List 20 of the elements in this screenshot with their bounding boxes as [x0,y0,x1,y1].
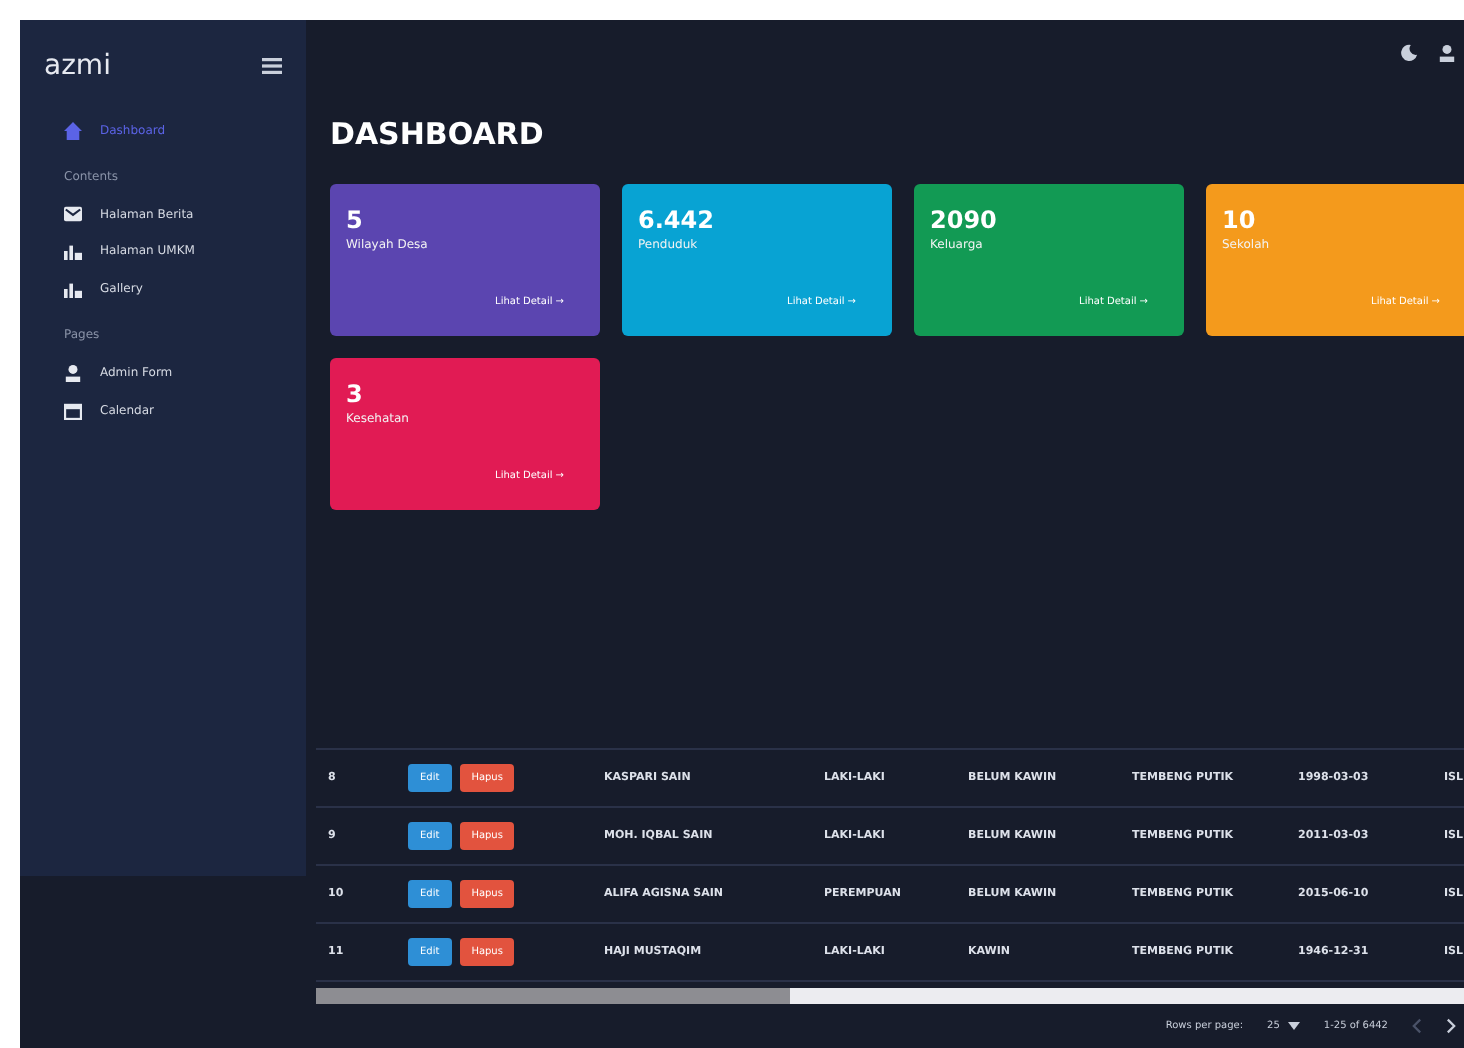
mail-icon [64,206,82,222]
stat-value: 3 [346,380,365,408]
caret-icon [1287,1022,1300,1030]
moon-icon[interactable] [1400,44,1418,62]
menu-icon[interactable] [262,58,282,74]
stat-value: 2090 [930,206,999,234]
brand-name: azmi [44,50,111,82]
stat-value: 6.442 [638,206,716,234]
bar-chart-icon [64,280,82,298]
home-icon [64,122,82,140]
scrollbar-thumb[interactable] [316,988,790,1004]
next-page-icon[interactable] [1446,1018,1456,1034]
user-icon[interactable] [1438,44,1456,62]
stat-value: 10 [1222,206,1258,234]
page-title: DASHBOARD [330,116,546,152]
stat-value: 5 [346,206,365,234]
bar-chart-icon [64,242,82,260]
horizontal-scrollbar[interactable] [316,988,1464,1004]
user-icon [64,364,82,382]
calendar-icon [64,402,82,420]
